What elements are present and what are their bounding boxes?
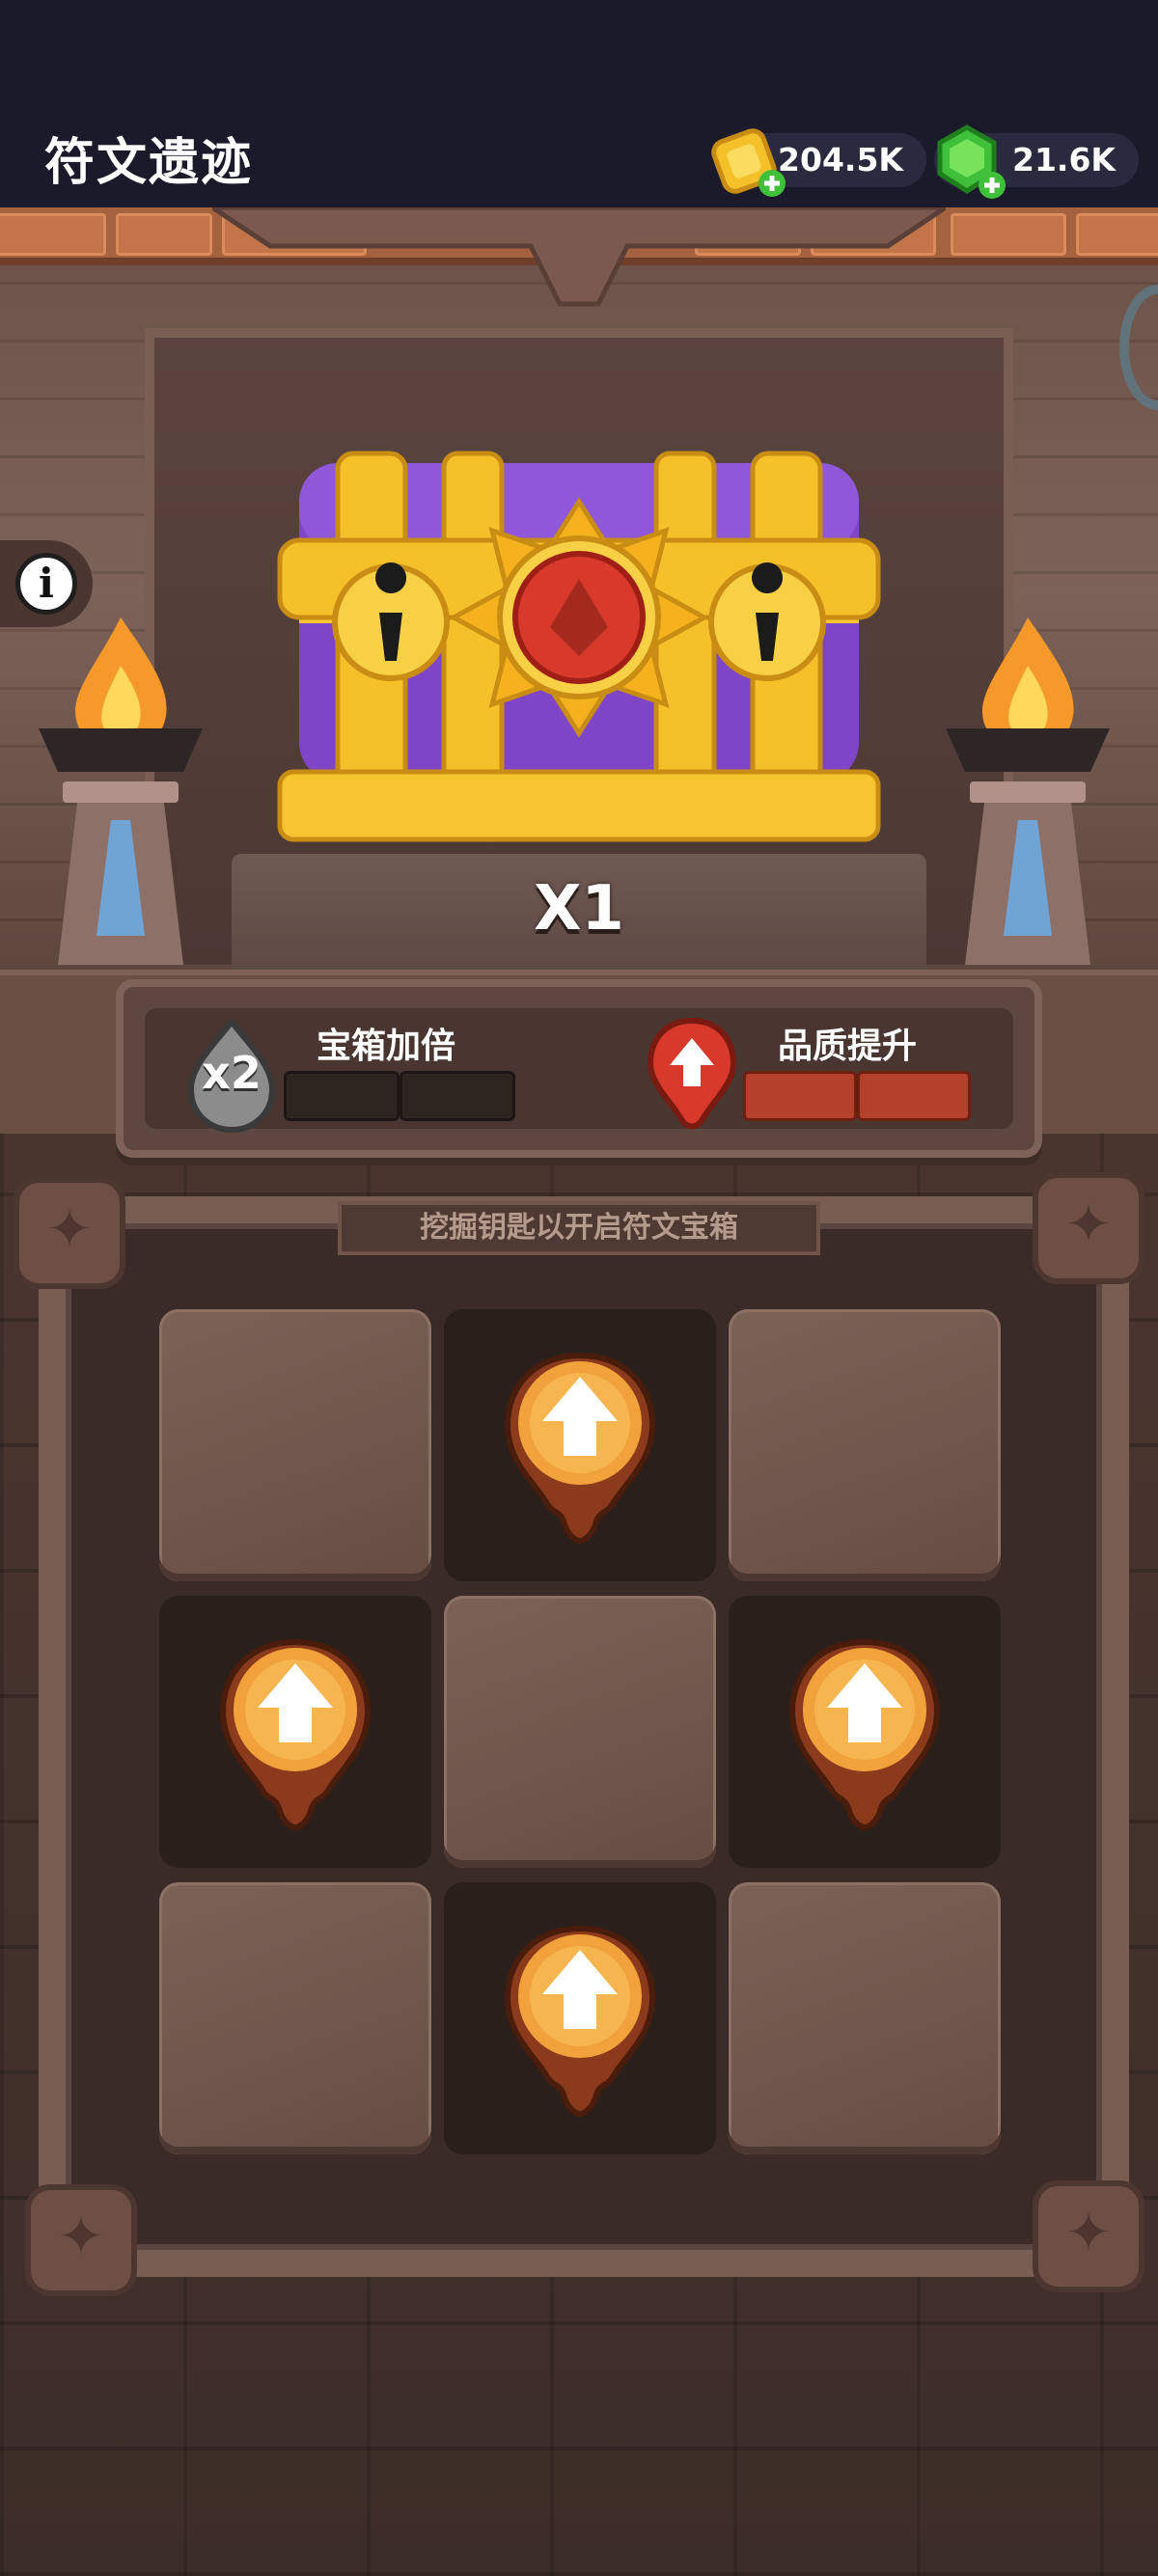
- chest-double-badge: x2: [202, 1047, 262, 1099]
- dig-tile[interactable]: [729, 1309, 1001, 1581]
- quality-up-progress-seg-1: [743, 1071, 857, 1121]
- right-torch: [946, 617, 1110, 965]
- chest-double-progress-seg-2: [400, 1071, 515, 1121]
- gem-currency[interactable]: 21.6K: [934, 124, 1139, 199]
- dig-hint: 挖掘钥匙以开启符文宝箱: [338, 1201, 820, 1255]
- page-title: 符文遗迹: [44, 134, 254, 192]
- chest-double-progress-seg-1: [284, 1071, 400, 1121]
- quality-up-orb-icon: [788, 1638, 941, 1831]
- quality-up-label: 品质提升: [778, 1027, 918, 1066]
- quality-up-orb-icon: [504, 1352, 656, 1545]
- quality-up-progress-seg-2: [857, 1071, 971, 1121]
- gold-currency[interactable]: 204.5K: [711, 128, 926, 197]
- arch-ornament: [212, 207, 946, 307]
- green-gem-plus-icon: [937, 124, 1006, 199]
- chest-double-label: 宝箱加倍: [317, 1027, 456, 1066]
- gold-amount: 204.5K: [778, 141, 903, 178]
- dug-tile[interactable]: [444, 1309, 716, 1581]
- quality-up-orb-icon: [504, 1925, 656, 2118]
- rune-chest[interactable]: [270, 425, 888, 868]
- info-button[interactable]: i: [0, 540, 93, 627]
- gem-amount: 21.6K: [1012, 141, 1116, 178]
- dig-tile[interactable]: [444, 1596, 716, 1868]
- corner-ornament: [1033, 1172, 1144, 1284]
- quality-up-orb-icon: [219, 1638, 372, 1831]
- dig-tile[interactable]: [729, 1882, 1001, 2154]
- dig-tile[interactable]: [159, 1882, 431, 2154]
- left-torch: [39, 617, 203, 965]
- top-bar: 符文遗迹 204.5K 21.6K: [0, 0, 1158, 207]
- quality-up-icon: [647, 1017, 737, 1130]
- dug-tile[interactable]: [159, 1596, 431, 1868]
- corner-ornament: [1033, 2180, 1144, 2292]
- dug-tile[interactable]: [729, 1596, 1001, 1868]
- dig-tile[interactable]: [159, 1309, 431, 1581]
- corner-ornament: [25, 2184, 137, 2296]
- info-icon: i: [15, 553, 77, 615]
- rune-ruins-screen: X1 i 符文遗迹 204.5K 21.6K x2 宝箱加倍 品质提升 挖掘钥匙…: [0, 0, 1158, 2576]
- corner-ornament: [14, 1177, 125, 1289]
- dug-tile[interactable]: [444, 1882, 716, 2154]
